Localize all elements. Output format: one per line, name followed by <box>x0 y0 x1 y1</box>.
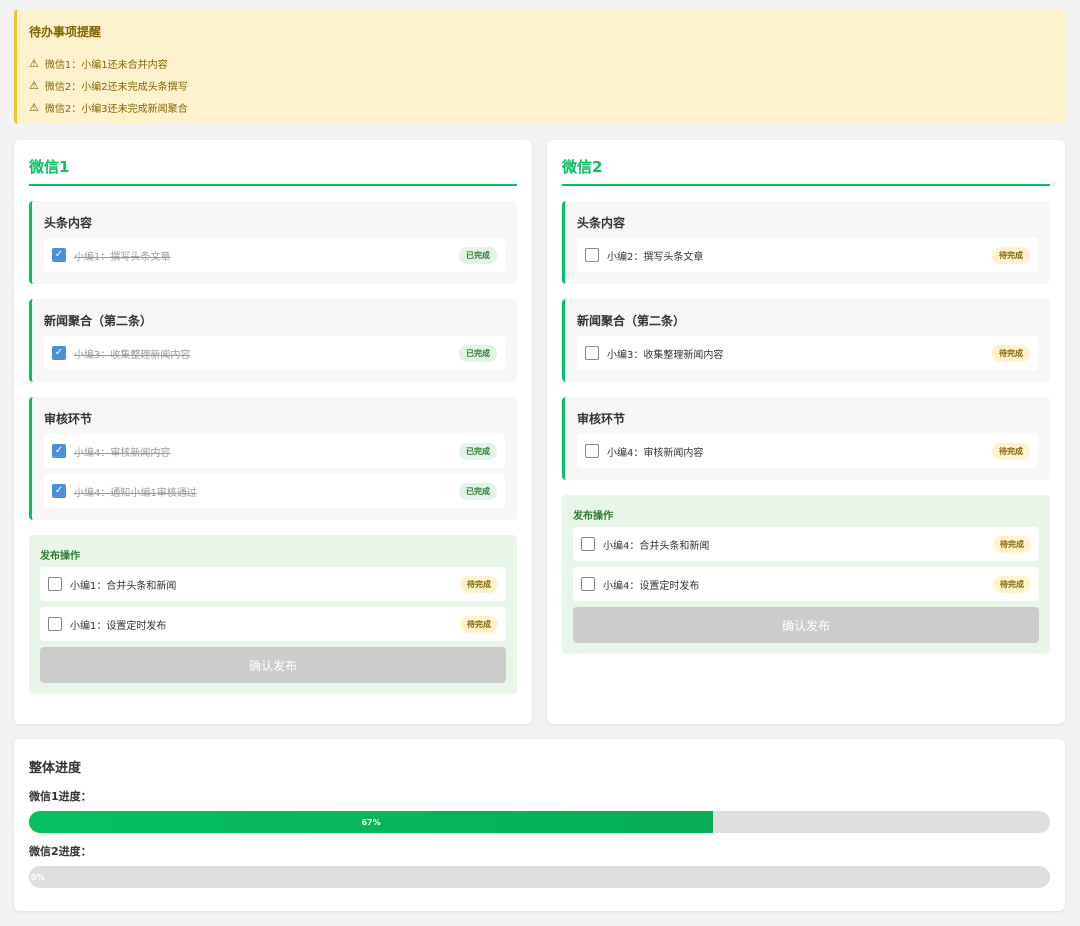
task-label: 小编4：通知小编1审核通过 <box>74 487 197 499</box>
status-badge: 已完成 <box>459 442 497 460</box>
task-label: 小编1：设置定时发布 <box>70 620 167 632</box>
status-badge: 已完成 <box>459 482 497 500</box>
section-review: 审核环节 ✓ 小编4：审核新闻内容 已完成 ✓ 小编4：通知小编1审核通过 已完… <box>29 397 517 520</box>
task-row: ✓ 小编4：审核新闻内容 已完成 <box>44 434 505 468</box>
section-title: 新闻聚合（第二条） <box>44 314 153 328</box>
publish-panel: 发布操作 小编4：合并头条和新闻 待完成 小编4：设置定时发布 待完成 确认发布 <box>562 495 1050 654</box>
task-label: 小编2：撰写头条文章 <box>607 251 704 263</box>
task-row: 小编4：合并头条和新闻 待完成 <box>573 527 1039 561</box>
task-checkbox[interactable]: ✓ <box>52 346 66 360</box>
task-checkbox[interactable] <box>581 537 595 551</box>
section-review: 审核环节 小编4：审核新闻内容 待完成 <box>562 397 1050 480</box>
reminder-item-text: 微信1：小编1还未合并内容 <box>44 59 168 71</box>
section-news-aggregation: 新闻聚合（第二条） ✓ 小编3：收集整理新闻内容 已完成 <box>29 299 517 382</box>
task-row: ✓ 小编1：撰写头条文章 已完成 <box>44 238 505 272</box>
checkmark-icon: ✓ <box>54 445 64 456</box>
checkmark-icon: ✓ <box>54 347 64 358</box>
warning-icon: ⚠ <box>29 78 39 92</box>
status-badge: 待完成 <box>460 575 498 593</box>
status-badge: 待完成 <box>992 442 1030 460</box>
confirm-publish-button[interactable]: 确认发布 <box>40 647 506 683</box>
status-badge: 待完成 <box>460 615 498 633</box>
task-row: 小编1：合并头条和新闻 待完成 <box>40 567 506 601</box>
task-label: 小编4：审核新闻内容 <box>607 447 704 459</box>
task-checkbox[interactable] <box>48 577 62 591</box>
publish-title: 发布操作 <box>40 551 80 562</box>
task-checkbox[interactable] <box>585 248 599 262</box>
status-badge: 已完成 <box>459 246 497 264</box>
checkmark-icon: ✓ <box>54 249 64 260</box>
status-badge: 待完成 <box>992 246 1030 264</box>
wechat2-progress-fill: 0% <box>31 872 45 882</box>
task-checkbox[interactable] <box>581 577 595 591</box>
task-checkbox[interactable] <box>585 444 599 458</box>
section-news-aggregation: 新闻聚合（第二条） 小编3：收集整理新闻内容 待完成 <box>562 299 1050 382</box>
section-title: 审核环节 <box>577 412 626 426</box>
section-title: 头条内容 <box>44 216 93 230</box>
wechat2-title: 微信2 <box>562 156 1050 186</box>
reminder-title: 待办事项提醒 <box>29 25 102 39</box>
wechat1-card: 微信1 头条内容 ✓ 小编1：撰写头条文章 已完成 新闻聚合（第二条） ✓ 小编… <box>14 140 532 724</box>
reminder-item-text: 微信2：小编2还未完成头条撰写 <box>44 81 188 93</box>
task-checkbox[interactable]: ✓ <box>52 248 66 262</box>
task-checkbox[interactable]: ✓ <box>52 484 66 498</box>
reminder-item-text: 微信2：小编3还未完成新闻聚合 <box>44 103 188 115</box>
task-row: 小编4：设置定时发布 待完成 <box>573 567 1039 601</box>
wechat1-progress-fill: 67% <box>29 811 714 833</box>
reminder-item: ⚠ 微信1：小编1还未合并内容 <box>29 52 1053 74</box>
task-label: 小编4：合并头条和新闻 <box>603 540 710 552</box>
task-label: 小编1：撰写头条文章 <box>74 251 171 263</box>
task-checkbox[interactable]: ✓ <box>52 444 66 458</box>
wechat2-progress-label: 微信2进度： <box>29 845 92 858</box>
status-badge: 待完成 <box>992 344 1030 362</box>
section-headline: 头条内容 小编2：撰写头条文章 待完成 <box>562 201 1050 284</box>
task-row: 小编3：收集整理新闻内容 待完成 <box>577 336 1038 370</box>
section-headline: 头条内容 ✓ 小编1：撰写头条文章 已完成 <box>29 201 517 284</box>
task-row: 小编2：撰写头条文章 待完成 <box>577 238 1038 272</box>
task-label: 小编1：合并头条和新闻 <box>70 580 177 592</box>
task-row: ✓ 小编4：通知小编1审核通过 已完成 <box>44 474 505 508</box>
status-badge: 待完成 <box>993 535 1031 553</box>
task-label: 小编3：收集整理新闻内容 <box>74 349 191 361</box>
task-row: ✓ 小编3：收集整理新闻内容 已完成 <box>44 336 505 370</box>
task-row: 小编4：审核新闻内容 待完成 <box>577 434 1038 468</box>
wechat2-progress-bar: 0% <box>29 866 1050 888</box>
wechat1-progress-label: 微信1进度： <box>29 790 92 803</box>
wechat1-title: 微信1 <box>29 156 517 186</box>
todo-reminder-banner: 待办事项提醒 ⚠ 微信1：小编1还未合并内容 ⚠ 微信2：小编2还未完成头条撰写… <box>14 9 1065 124</box>
task-checkbox[interactable] <box>585 346 599 360</box>
wechat1-progress-bar: 67% <box>29 811 1050 833</box>
reminder-item: ⚠ 微信2：小编2还未完成头条撰写 <box>29 74 1053 96</box>
task-row: 小编1：设置定时发布 待完成 <box>40 607 506 641</box>
warning-icon: ⚠ <box>29 100 39 114</box>
checkmark-icon: ✓ <box>54 485 64 496</box>
publish-title: 发布操作 <box>573 511 613 522</box>
reminder-item: ⚠ 微信2：小编3还未完成新闻聚合 <box>29 96 1053 118</box>
section-title: 审核环节 <box>44 412 93 426</box>
publish-panel: 发布操作 小编1：合并头条和新闻 待完成 小编1：设置定时发布 待完成 确认发布 <box>29 535 517 694</box>
task-label: 小编3：收集整理新闻内容 <box>607 349 724 361</box>
section-title: 新闻聚合（第二条） <box>577 314 686 328</box>
task-label: 小编4：设置定时发布 <box>603 580 700 592</box>
task-checkbox[interactable] <box>48 617 62 631</box>
status-badge: 待完成 <box>993 575 1031 593</box>
status-badge: 已完成 <box>459 344 497 362</box>
warning-icon: ⚠ <box>29 56 39 70</box>
task-label: 小编4：审核新闻内容 <box>74 447 171 459</box>
confirm-publish-button[interactable]: 确认发布 <box>573 607 1039 643</box>
progress-title: 整体进度 <box>29 761 82 776</box>
wechat2-card: 微信2 头条内容 小编2：撰写头条文章 待完成 新闻聚合（第二条） 小编3：收集… <box>547 140 1065 724</box>
overall-progress-card: 整体进度 微信1进度： 67% 微信2进度： 0% <box>14 739 1065 911</box>
section-title: 头条内容 <box>577 216 626 230</box>
